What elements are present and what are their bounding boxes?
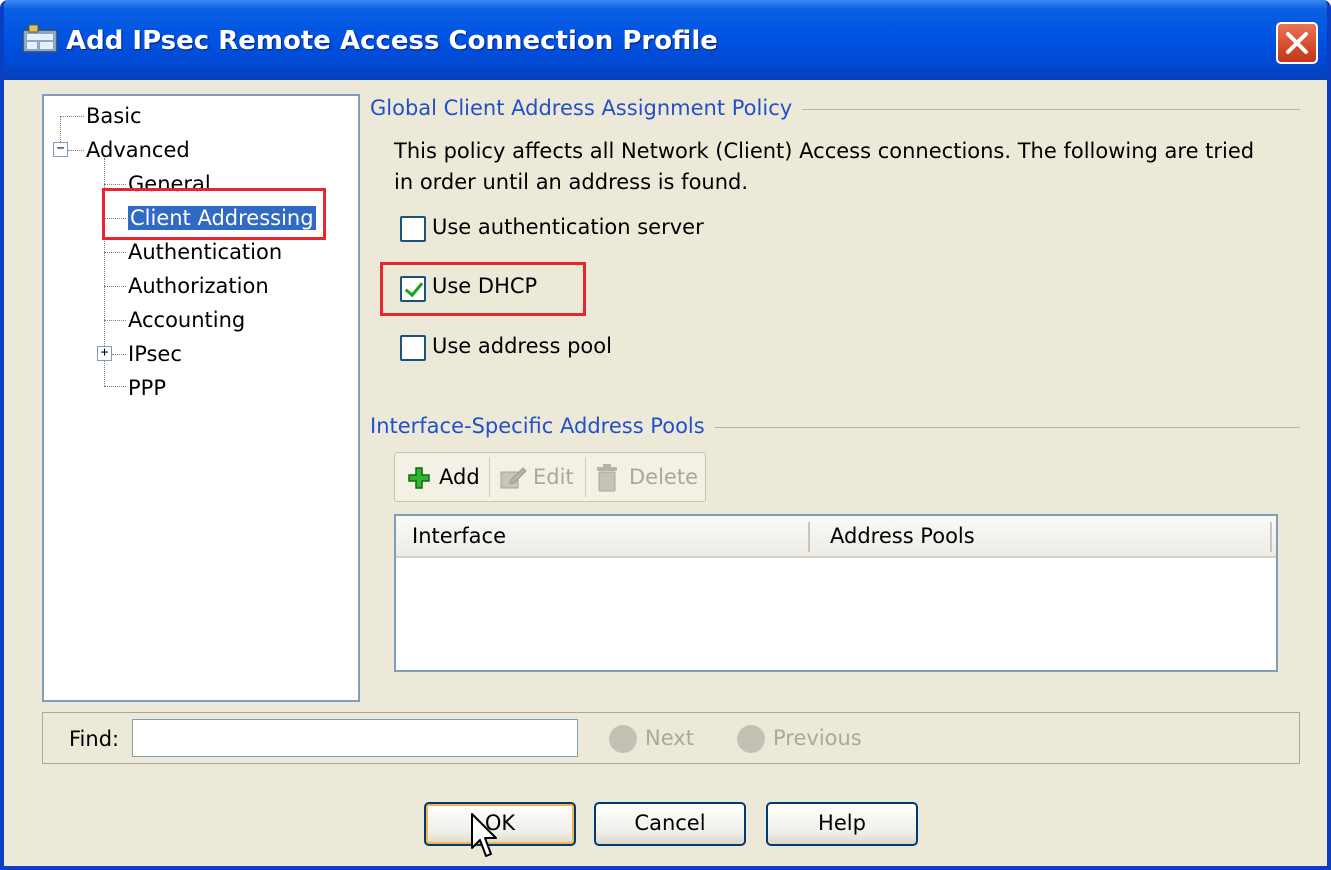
add-icon xyxy=(408,467,430,489)
find-next-label: Next xyxy=(645,726,694,750)
find-previous-button[interactable]: Previous xyxy=(737,725,862,753)
help-button[interactable]: Help xyxy=(766,802,918,846)
use-address-pool-checkbox[interactable] xyxy=(400,335,426,361)
tree-item-accounting[interactable]: Accounting xyxy=(128,306,245,334)
highlight-use-dhcp xyxy=(380,262,586,316)
column-header-address-pools[interactable]: Address Pools xyxy=(830,524,975,548)
collapse-advanced-icon[interactable]: − xyxy=(53,142,68,157)
next-arrow-icon xyxy=(609,725,637,753)
find-previous-label: Previous xyxy=(773,726,862,750)
navigation-tree[interactable]: Basic − Advanced General Client Addressi… xyxy=(42,94,360,702)
find-next-button[interactable]: Next xyxy=(609,725,694,753)
expand-ipsec-icon[interactable]: + xyxy=(97,346,112,361)
address-pools-table[interactable]: Interface Address Pools xyxy=(394,514,1278,672)
title-bar[interactable]: Add IPsec Remote Access Connection Profi… xyxy=(4,0,1327,80)
policy-description: This policy affects all Network (Client)… xyxy=(394,139,1255,194)
pools-toolbar: Add Edit Delete xyxy=(394,452,706,502)
app-icon xyxy=(22,24,58,53)
close-icon xyxy=(1286,32,1308,54)
table-header: Interface Address Pools xyxy=(396,516,1276,558)
close-button[interactable] xyxy=(1276,22,1318,64)
find-bar: Find: Next Previous xyxy=(42,712,1300,764)
use-authentication-server-checkbox[interactable] xyxy=(400,216,426,242)
dialog-window: Add IPsec Remote Access Connection Profi… xyxy=(0,0,1331,870)
previous-arrow-icon xyxy=(737,725,765,753)
tree-item-ppp[interactable]: PPP xyxy=(128,374,166,402)
column-header-interface[interactable]: Interface xyxy=(412,524,506,548)
edit-icon xyxy=(500,467,527,489)
tree-item-ipsec[interactable]: IPsec xyxy=(128,340,182,368)
use-address-pool-label[interactable]: Use address pool xyxy=(432,334,612,358)
find-label: Find: xyxy=(69,727,120,751)
cancel-button[interactable]: Cancel xyxy=(594,802,746,846)
edit-button[interactable]: Edit xyxy=(499,457,574,497)
add-label: Add xyxy=(439,465,480,489)
window-title: Add IPsec Remote Access Connection Profi… xyxy=(66,26,718,56)
highlight-client-addressing xyxy=(102,188,326,240)
mouse-pointer-icon xyxy=(471,813,497,857)
use-authentication-server-label[interactable]: Use authentication server xyxy=(432,215,704,239)
delete-label: Delete xyxy=(629,465,698,489)
global-policy-heading: Global Client Address Assignment Policy xyxy=(370,96,803,120)
ok-button[interactable]: OK xyxy=(424,802,576,846)
edit-label: Edit xyxy=(533,465,574,489)
tree-item-authentication[interactable]: Authentication xyxy=(128,238,282,266)
add-button[interactable]: Add xyxy=(407,457,480,497)
delete-button[interactable]: Delete xyxy=(593,457,698,497)
find-input[interactable] xyxy=(132,719,578,757)
tree-item-advanced[interactable]: Advanced xyxy=(86,136,190,164)
interface-pools-heading: Interface-Specific Address Pools xyxy=(370,414,715,438)
trash-icon xyxy=(597,464,617,492)
tree-item-authorization[interactable]: Authorization xyxy=(128,272,269,300)
tree-item-basic[interactable]: Basic xyxy=(86,102,142,130)
